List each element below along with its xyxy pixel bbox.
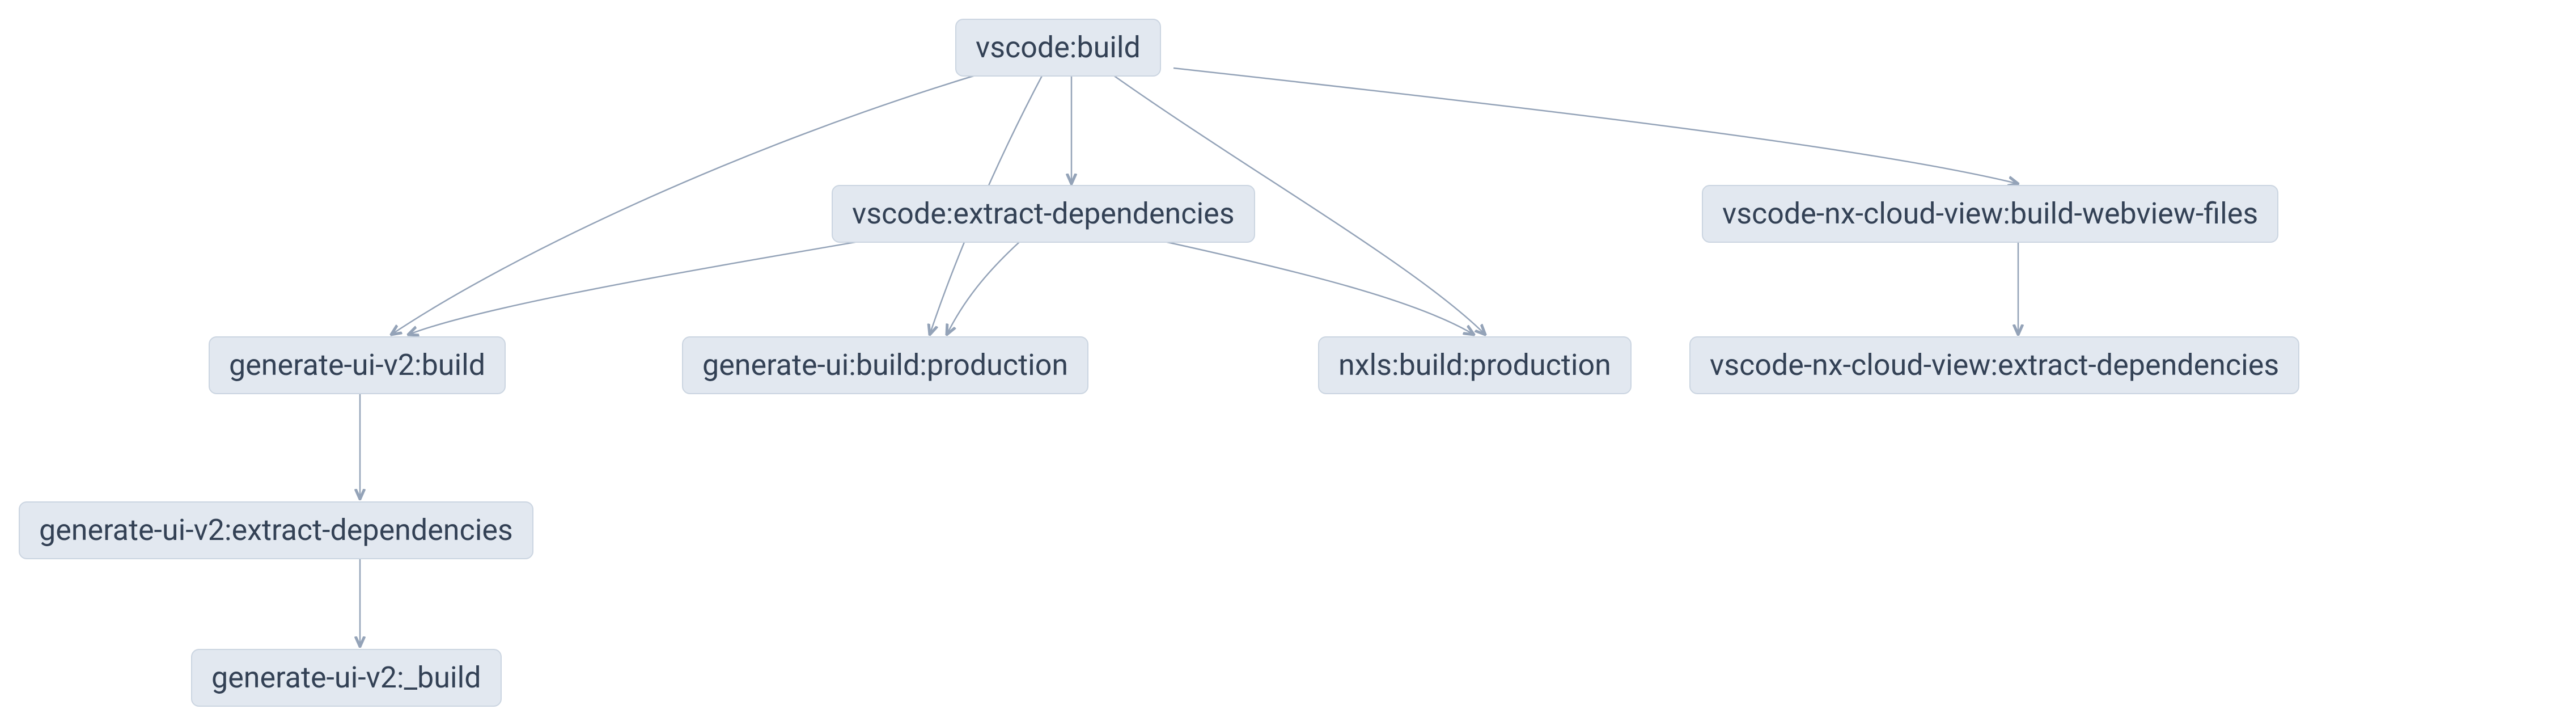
edge-extract-to-nxls-build-prod xyxy=(1162,241,1474,335)
node-label: nxls:build:production xyxy=(1338,348,1611,382)
node-label: generate-ui-v2:extract-dependencies xyxy=(39,513,513,547)
node-vscode-extract-dependencies[interactable]: vscode:extract-dependencies xyxy=(832,185,1255,243)
node-label: vscode:build xyxy=(976,30,1141,65)
node-label: vscode:extract-dependencies xyxy=(852,196,1235,231)
node-vscode-nx-cloud-view-extract-dependencies[interactable]: vscode-nx-cloud-view:extract-dependencie… xyxy=(1689,336,2299,394)
node-generate-ui-v2-build[interactable]: generate-ui-v2:build xyxy=(209,336,506,394)
node-label: generate-ui:build:production xyxy=(702,348,1068,382)
node-nxls-build-production[interactable]: nxls:build:production xyxy=(1318,336,1632,394)
node-label: generate-ui-v2:build xyxy=(229,348,485,382)
node-vscode-build[interactable]: vscode:build xyxy=(955,19,1161,77)
node-generate-ui-build-production[interactable]: generate-ui:build:production xyxy=(682,336,1088,394)
node-label: vscode-nx-cloud-view:extract-dependencie… xyxy=(1710,348,2279,382)
edge-extract-to-gen-v2-build xyxy=(408,241,862,335)
node-generate-ui-v2-extract-dependencies[interactable]: generate-ui-v2:extract-dependencies xyxy=(19,501,533,559)
node-label: vscode-nx-cloud-view:build-webview-files xyxy=(1722,196,2258,231)
edge-extract-to-gen-build-prod xyxy=(947,241,1020,335)
node-vscode-nx-cloud-view-build-webview-files[interactable]: vscode-nx-cloud-view:build-webview-files xyxy=(1702,185,2278,243)
node-label: generate-ui-v2:_build xyxy=(211,660,481,695)
node-generate-ui-v2-underscore-build[interactable]: generate-ui-v2:_build xyxy=(191,649,502,707)
edge-root-to-cloud-webview xyxy=(1173,68,2018,184)
